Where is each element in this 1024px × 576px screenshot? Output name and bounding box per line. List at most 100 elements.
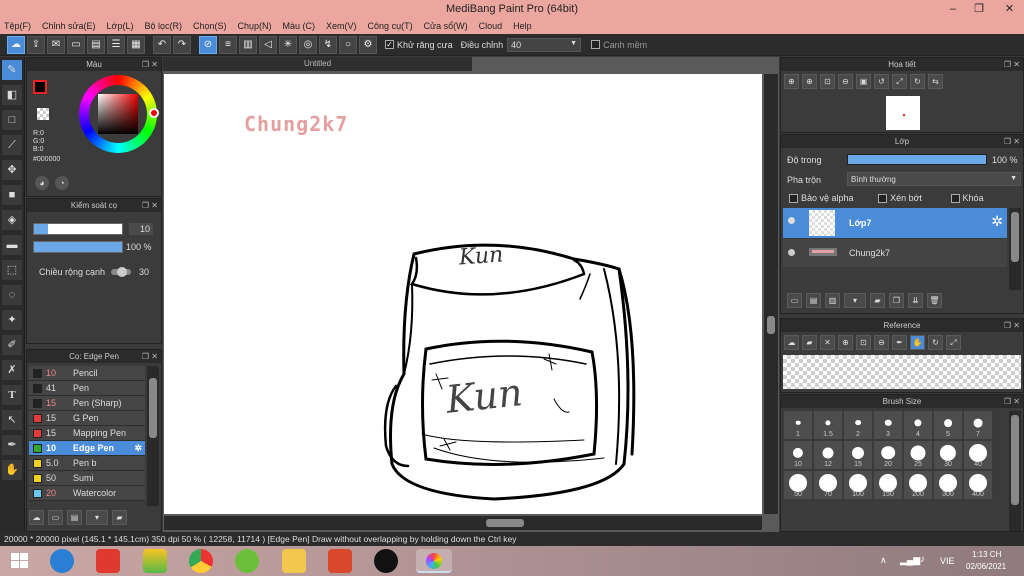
gradient-tool-icon[interactable]: ▬ [2, 235, 22, 255]
brush-size-cell[interactable]: 1.5 [813, 410, 843, 440]
chrome-icon[interactable] [189, 549, 213, 573]
brush-folder-icon[interactable]: ▰ [112, 510, 127, 525]
menu-help[interactable]: Help [513, 21, 532, 31]
presentation-app-icon[interactable] [328, 549, 352, 573]
rotate-left-icon[interactable]: ↺ [874, 74, 889, 89]
cross-snap-icon[interactable]: ▥ [239, 35, 257, 54]
canvas-vertical-scrollbar[interactable] [764, 74, 778, 514]
new-8bit-layer-icon[interactable]: ▥ [825, 293, 840, 308]
menu-window[interactable]: Cửa sổ(W) [424, 21, 468, 31]
grid-app-icon[interactable] [96, 549, 120, 573]
curve-snap-icon[interactable]: ↯ [319, 35, 337, 54]
reference-rotate-icon[interactable]: ↻ [928, 335, 943, 350]
layer-opacity-slider[interactable] [847, 154, 987, 165]
text-tool-icon[interactable]: T [2, 385, 22, 405]
operation-tool-icon[interactable]: ↖ [2, 410, 22, 430]
palette-icon[interactable]: ◕ [35, 176, 49, 190]
select-rect-tool-icon[interactable]: ⬚ [2, 260, 22, 280]
brush-size-cell[interactable]: 15 [843, 440, 873, 470]
clipping-checkbox[interactable] [878, 194, 888, 204]
folder-icon[interactable] [282, 549, 306, 573]
brush-size-value[interactable]: 10 [129, 223, 153, 235]
volume-icon[interactable]: ♪ [920, 554, 925, 565]
brush-size-cell[interactable]: 200 [903, 470, 933, 500]
reference-zoom-in-icon[interactable]: ⊕ [838, 335, 853, 350]
menu-tools[interactable]: Công cụ(T) [368, 21, 413, 31]
eye-icon[interactable] [788, 217, 795, 224]
brush-size-cell[interactable]: 30 [933, 440, 963, 470]
lock-checkbox[interactable] [950, 194, 960, 204]
brush-size-cell[interactable]: 10 [783, 440, 813, 470]
fit-width-icon[interactable]: ▣ [856, 74, 871, 89]
line-width-slider[interactable] [111, 267, 131, 277]
brush-size-cell[interactable]: 400 [963, 470, 993, 500]
new-layer-icon[interactable]: ▭ [787, 293, 802, 308]
close-button[interactable]: ✕ [995, 0, 1024, 18]
add-layer-menu-icon[interactable]: ▾ [844, 293, 866, 308]
brush-size-cell[interactable]: 1 [783, 410, 813, 440]
brush-item-pencil[interactable]: 10 Pencil [29, 366, 145, 381]
drawing-canvas[interactable]: Chung2k7 Kun Kun [164, 74, 762, 514]
rotate-right-icon[interactable]: ↻ [910, 74, 925, 89]
tiktok-icon[interactable] [374, 549, 398, 573]
brush-size-cell[interactable]: 70 [813, 470, 843, 500]
menu-filter[interactable]: Bộ lọc(R) [144, 21, 182, 31]
brush-new-icon[interactable]: ▭ [48, 510, 63, 525]
zoom-in-2-icon[interactable]: ⊕ [802, 74, 817, 89]
minimize-button[interactable]: – [940, 0, 966, 18]
brush-list-scrollbar[interactable] [147, 366, 159, 506]
brush-size-cell[interactable]: 25 [903, 440, 933, 470]
redo-icon[interactable]: ↷ [173, 35, 191, 54]
brush-item-edge-pen[interactable]: 10 Edge Pen ✲ [29, 441, 145, 456]
hand-tool-icon[interactable]: ✋ [2, 460, 22, 480]
menu-select[interactable]: Chọn(S) [193, 21, 227, 31]
chat-icon[interactable]: ✉ [47, 35, 65, 54]
delete-layer-icon[interactable]: 🗑 [927, 293, 942, 308]
wifi-icon[interactable]: ▂▄▆ [900, 555, 920, 566]
zoom-in-icon[interactable]: ⊕ [784, 74, 799, 89]
blend-select[interactable]: Bình thường ▼ [847, 172, 1021, 186]
document-icon[interactable]: ▤ [87, 35, 105, 54]
menu-file[interactable]: Tệp(F) [4, 21, 31, 31]
canvas-horizontal-scrollbar[interactable] [164, 516, 762, 530]
lasso-tool-icon[interactable]: ◌ [2, 285, 22, 305]
eyedropper-tool-icon[interactable]: ✒ [2, 435, 22, 455]
merge-layer-icon[interactable]: ⇊ [908, 293, 923, 308]
menu-view[interactable]: Xem(V) [326, 21, 357, 31]
language-indicator[interactable]: VIE [940, 556, 955, 566]
cloud-icon[interactable]: ☁ [7, 35, 25, 54]
green-app-icon[interactable] [235, 549, 259, 573]
navigator-preview[interactable] [886, 96, 920, 130]
brush-size-cell[interactable]: 7 [963, 410, 993, 440]
brush-item-g-pen[interactable]: 15 G Pen [29, 411, 145, 426]
gear-icon[interactable]: ✲ [991, 213, 1003, 230]
color-wheel[interactable] [79, 75, 159, 153]
bucket-tool-icon[interactable]: ◈ [2, 210, 22, 230]
snap-soft-checkbox[interactable] [591, 40, 601, 49]
list-icon[interactable]: ☰ [107, 35, 125, 54]
gear-icon[interactable]: ✲ [134, 443, 142, 454]
saturation-square[interactable] [98, 94, 138, 134]
brush-size-cell[interactable]: 50 [783, 470, 813, 500]
foreground-color-swatch[interactable] [33, 80, 47, 94]
hue-handle[interactable] [149, 108, 159, 118]
magic-wand-tool-icon[interactable]: ✦ [2, 310, 22, 330]
reference-fit-screen-icon[interactable]: ⤢ [946, 335, 961, 350]
windows-start-icon[interactable] [8, 549, 32, 573]
move-tool-icon[interactable]: ✥ [2, 160, 22, 180]
eraser-tool-icon[interactable]: ◧ [2, 85, 22, 105]
layer-folder-icon[interactable]: ▰ [870, 293, 885, 308]
brush-item-sumi[interactable]: 50 Sumi [29, 471, 145, 486]
parallel-snap-icon[interactable]: ≡ [219, 35, 237, 54]
tray-chevron-icon[interactable]: ∧ [880, 555, 887, 566]
zoom-out-icon[interactable]: ⊖ [838, 74, 853, 89]
brush-tool-icon[interactable]: ✎ [2, 60, 22, 80]
brush-size-scrollbar[interactable] [1009, 411, 1021, 531]
stack-app-icon[interactable] [143, 549, 167, 573]
line-tool-icon[interactable]: ⟋ [2, 135, 22, 155]
transparent-color-swatch[interactable] [37, 108, 49, 120]
reference-zoom-out-icon[interactable]: ⊖ [874, 335, 889, 350]
brush-size-cell[interactable]: 20 [873, 440, 903, 470]
brush-size-cell[interactable]: 3 [873, 410, 903, 440]
brush-size-cell[interactable]: 4 [903, 410, 933, 440]
